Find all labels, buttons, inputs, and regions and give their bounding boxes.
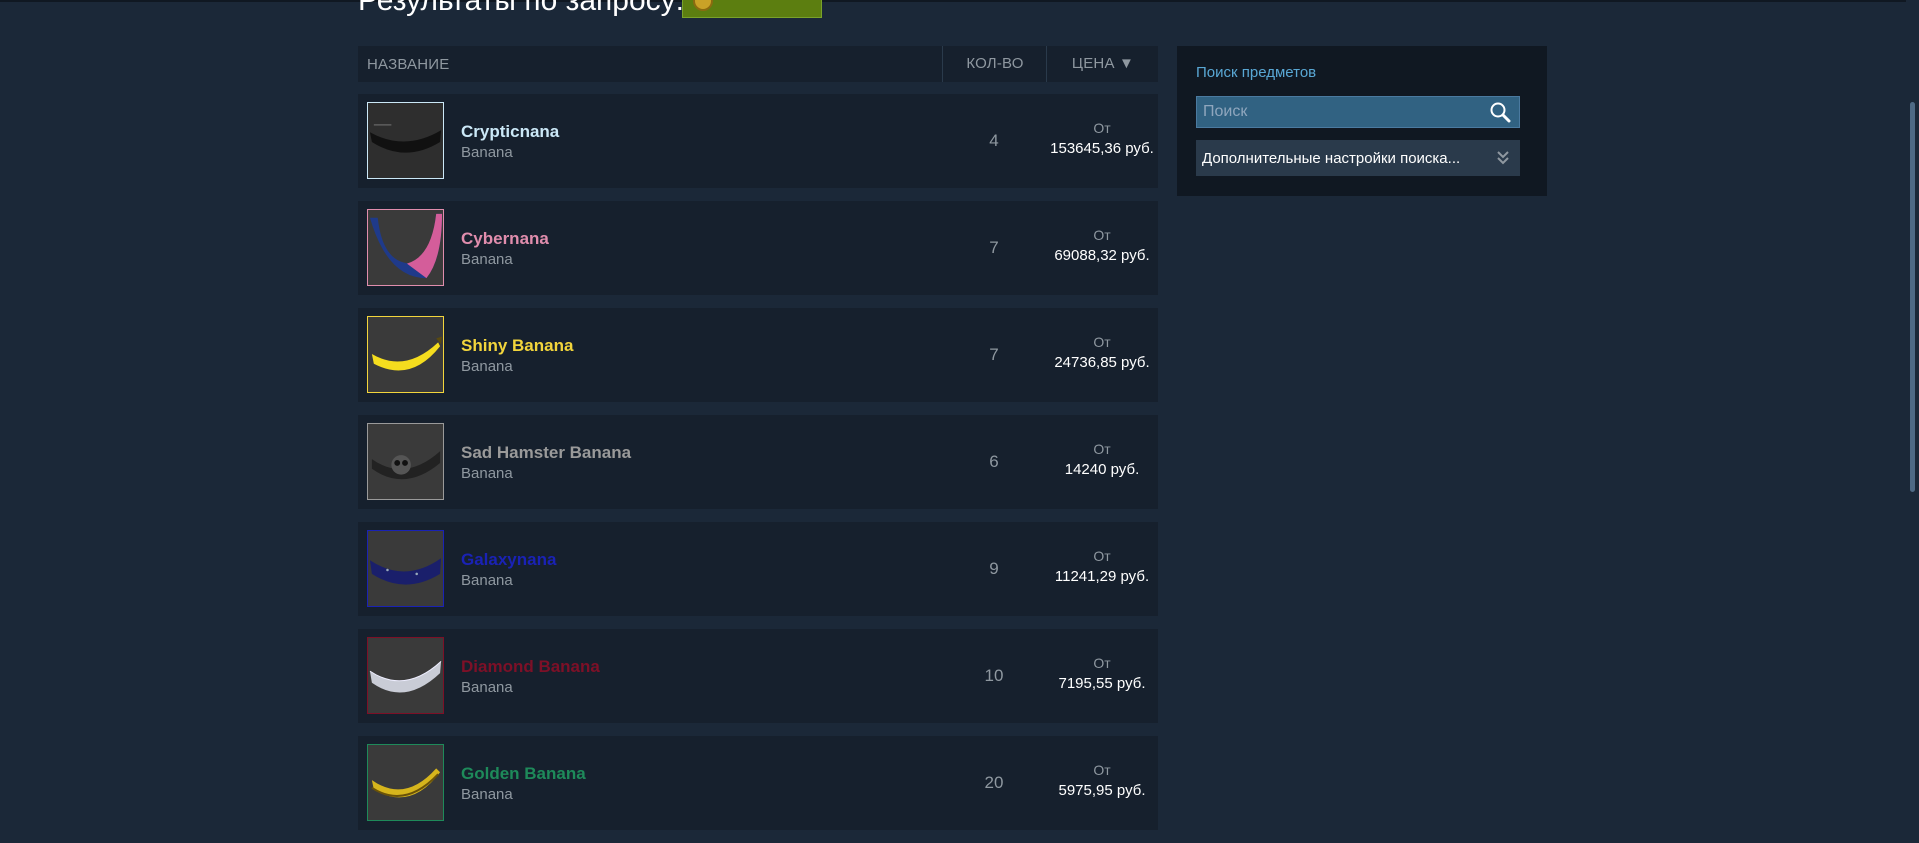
results-list: Crypticnana Banana 4 От 153645,36 руб. C…: [358, 94, 1158, 843]
item-name[interactable]: Crypticnana: [461, 122, 559, 142]
item-game: Banana: [461, 251, 513, 268]
result-row[interactable]: Cybernana Banana 7 От 69088,32 руб.: [358, 201, 1158, 295]
item-name[interactable]: Cybernana: [461, 229, 549, 249]
item-quantity: 20: [984, 773, 1004, 792]
results-list-header: НАЗВАНИЕ КОЛ-ВО ЦЕНА ▼: [358, 46, 1158, 82]
item-name[interactable]: Diamond Banana: [461, 657, 600, 677]
item-game: Banana: [461, 144, 513, 161]
item-name[interactable]: Golden Banana: [461, 764, 586, 784]
diamond-banana-item-icon: [367, 637, 444, 714]
item-quantity: 4: [989, 131, 999, 150]
item-name[interactable]: Shiny Banana: [461, 336, 573, 356]
sad-hamster-banana-item-icon: [367, 423, 444, 500]
item-search-panel: Поиск предметов Дополнительные настройки…: [1177, 46, 1547, 196]
galaxynana-item-icon: [367, 530, 444, 607]
crypticnana-item-icon: [367, 102, 444, 179]
result-row[interactable]: Golden Banana Banana 20 От 5975,95 руб.: [358, 736, 1158, 830]
result-row[interactable]: Galaxynana Banana 9 От 11241,29 руб.: [358, 522, 1158, 616]
item-quantity: 9: [989, 559, 999, 578]
coin-icon: [693, 0, 713, 11]
item-price: 5975,95 руб.: [1058, 782, 1146, 799]
result-row[interactable]: Sad Hamster Banana Banana 6 От 14240 руб…: [358, 415, 1158, 509]
golden-banana-item-icon: [367, 744, 444, 821]
item-quantity: 6: [989, 452, 999, 471]
item-price: 153645,36 руб.: [1050, 140, 1154, 157]
result-row[interactable]: Shiny Banana Banana 7 От 24736,85 руб.: [358, 308, 1158, 402]
item-price: 24736,85 руб.: [1054, 354, 1150, 371]
advanced-search-options-button[interactable]: Дополнительные настройки поиска...: [1196, 140, 1520, 176]
advanced-search-label: Дополнительные настройки поиска...: [1202, 150, 1461, 167]
price-prefix: От: [1093, 441, 1111, 457]
item-quantity: 7: [989, 345, 999, 364]
column-header-name[interactable]: НАЗВАНИЕ: [367, 56, 449, 73]
result-row[interactable]: Crypticnana Banana 4 От 153645,36 руб.: [358, 94, 1158, 188]
price-prefix: От: [1093, 227, 1111, 243]
price-prefix: От: [1093, 655, 1111, 671]
shiny-banana-item-icon: [367, 316, 444, 393]
price-prefix: От: [1093, 548, 1111, 564]
item-game: Banana: [461, 465, 513, 482]
cybernana-item-icon: [367, 209, 444, 286]
search-results-tag-button[interactable]: [682, 0, 822, 18]
item-name[interactable]: Galaxynana: [461, 550, 556, 570]
price-prefix: От: [1093, 120, 1111, 136]
item-game: Banana: [461, 358, 513, 375]
search-box: [1196, 96, 1520, 128]
scrollbar-thumb[interactable]: [1910, 102, 1915, 492]
item-name[interactable]: Sad Hamster Banana: [461, 443, 631, 463]
column-header-quantity[interactable]: КОЛ-ВО: [942, 46, 1047, 82]
item-price: 11241,29 руб.: [1054, 568, 1150, 585]
item-search-title: Поиск предметов: [1196, 64, 1317, 81]
item-price: 7195,55 руб.: [1058, 675, 1146, 692]
search-input[interactable]: [1197, 97, 1489, 127]
double-chevron-down-icon: [1497, 151, 1509, 165]
item-quantity: 10: [984, 666, 1004, 685]
page-heading: Результаты по запросу:: [358, 0, 684, 17]
price-prefix: От: [1093, 762, 1111, 778]
column-header-price[interactable]: ЦЕНА ▼: [1046, 46, 1159, 82]
search-icon[interactable]: [1489, 101, 1511, 123]
result-row[interactable]: Diamond Banana Banana 10 От 7195,55 руб.: [358, 629, 1158, 723]
item-game: Banana: [461, 572, 513, 589]
item-game: Banana: [461, 679, 513, 696]
price-prefix: От: [1093, 334, 1111, 350]
item-price: 69088,32 руб.: [1054, 247, 1150, 264]
item-price: 14240 руб.: [1064, 461, 1140, 478]
top-border: [0, 0, 1919, 2]
item-quantity: 7: [989, 238, 999, 257]
item-game: Banana: [461, 786, 513, 803]
